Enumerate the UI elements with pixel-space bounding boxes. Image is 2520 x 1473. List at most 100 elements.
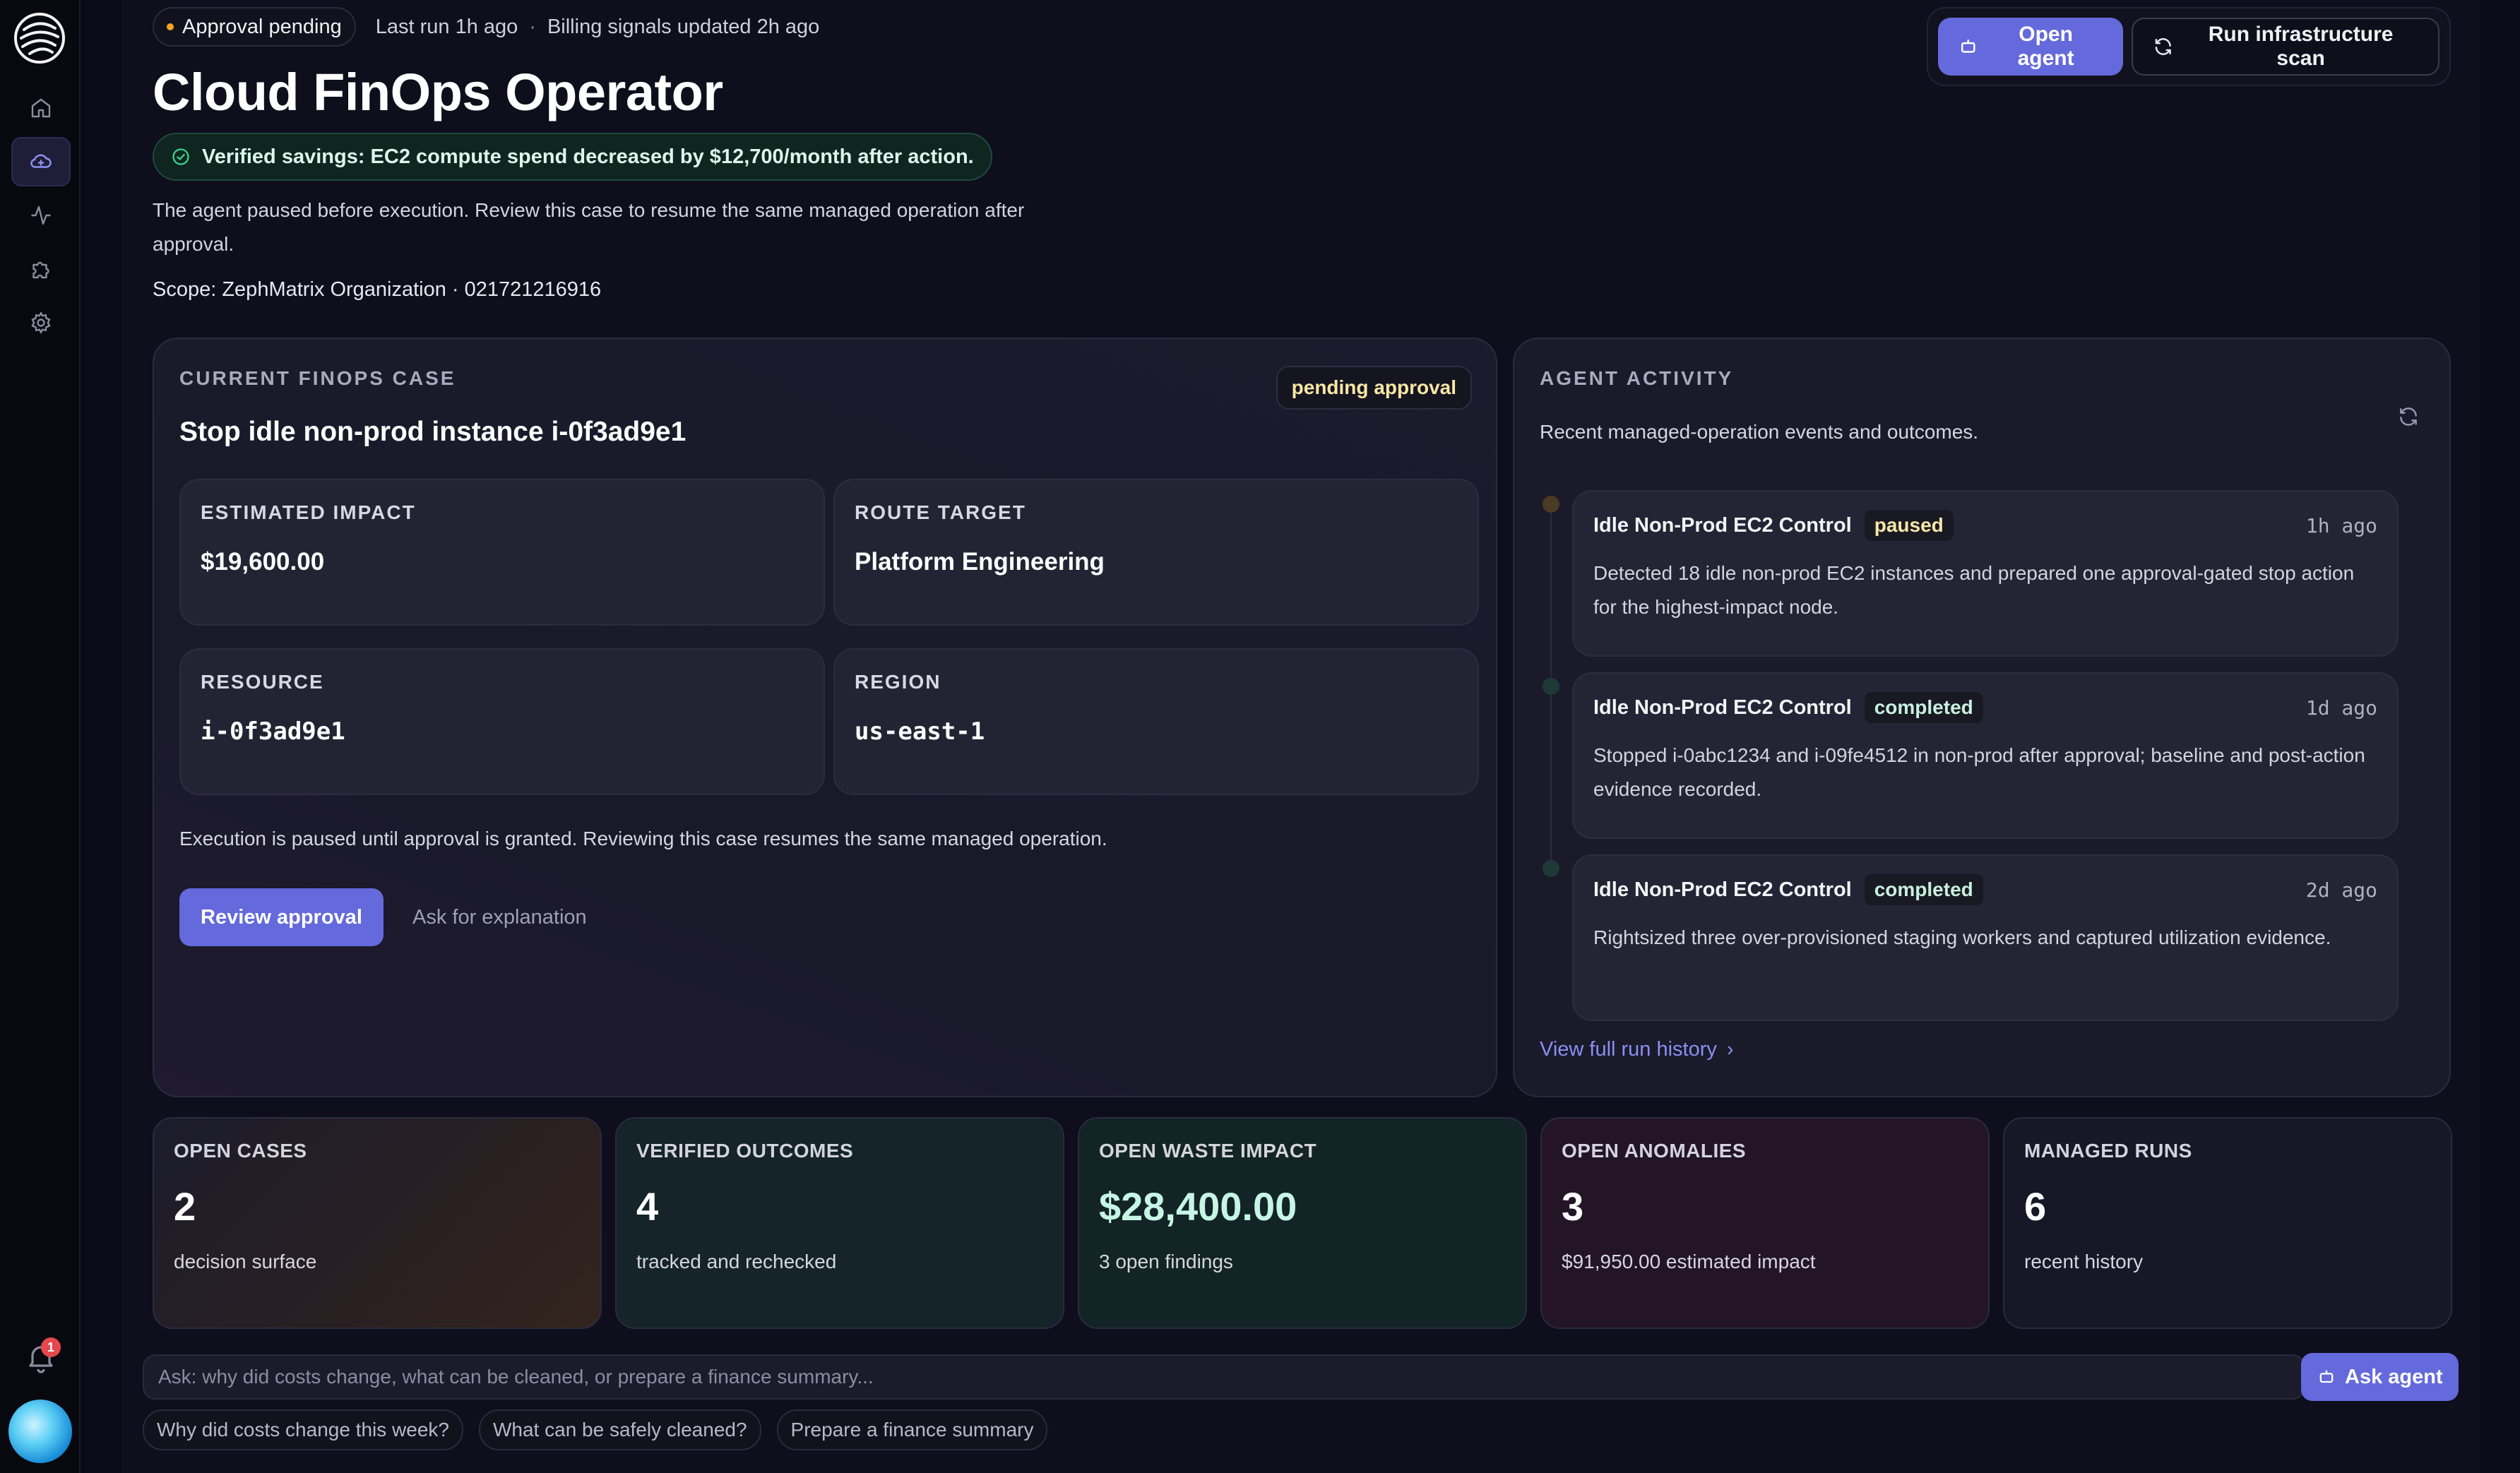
- verified-savings-text: Verified savings: EC2 compute spend decr…: [202, 145, 974, 168]
- ask-agent-button[interactable]: Ask agent: [2301, 1353, 2459, 1401]
- event-description: Detected 18 idle non-prod EC2 instances …: [1593, 562, 2355, 618]
- stat-open-waste-impact[interactable]: OPEN WASTE IMPACT $28,400.00 3 open find…: [1078, 1117, 1527, 1329]
- activity-event[interactable]: Idle Non-Prod EC2 Control completed 2d a…: [1572, 854, 2399, 1021]
- stat-description: 3 open findings: [1099, 1251, 1233, 1272]
- stat-description: $91,950.00 estimated impact: [1562, 1251, 1816, 1272]
- check-circle-icon: [172, 148, 189, 165]
- stat-value: 4: [636, 1184, 659, 1229]
- stat-description: tracked and rechecked: [636, 1251, 837, 1272]
- avatar[interactable]: [8, 1400, 72, 1463]
- logo-icon[interactable]: [10, 8, 69, 68]
- case-title: Stop idle non-prod instance i-0f3ad9e1: [179, 417, 687, 447]
- stat-verified-outcomes[interactable]: VERIFIED OUTCOMES 4 tracked and rechecke…: [615, 1117, 1064, 1329]
- tile-value: i-0f3ad9e1: [201, 717, 345, 746]
- run-scan-button[interactable]: Run infrastructure scan: [2131, 18, 2439, 76]
- last-run-text: Last run 1h ago: [375, 15, 518, 38]
- stat-managed-runs[interactable]: MANAGED RUNS 6 recent history: [2003, 1117, 2452, 1329]
- tile-label: ESTIMATED IMPACT: [201, 501, 416, 523]
- estimated-impact-tile: ESTIMATED IMPACT $19,600.00: [179, 479, 825, 626]
- gear-icon: [31, 311, 51, 334]
- event-status-badge: completed: [1864, 692, 1983, 723]
- history-link-label: View full run history: [1540, 1038, 1717, 1061]
- stat-label: OPEN ANOMALIES: [1562, 1140, 1747, 1162]
- event-time: 1d ago: [2305, 696, 2377, 720]
- stat-description: recent history: [2024, 1251, 2144, 1272]
- app: 1 Approval pending Last run 1h ago · Bil…: [0, 0, 2520, 1473]
- execution-note: Execution is paused until approval is gr…: [179, 828, 1107, 849]
- region-tile: REGION us-east-1: [833, 648, 1479, 795]
- page-title: Cloud FinOps Operator: [153, 63, 723, 121]
- event-description: Stopped i-0abc1234 and i-09fe4512 in non…: [1593, 744, 2365, 800]
- activity-subtitle: Recent managed-operation events and outc…: [1540, 421, 1979, 443]
- tile-label: RESOURCE: [201, 671, 324, 693]
- open-agent-button[interactable]: Open agent: [1938, 18, 2123, 76]
- top-actions: Open agent Run infrastructure scan: [1927, 7, 2451, 86]
- ask-agent-input[interactable]: [143, 1354, 2305, 1400]
- pending-approval-badge: pending approval: [1276, 366, 1472, 410]
- view-run-history-link[interactable]: View full run history ›: [1540, 1038, 1734, 1061]
- activity-icon: [31, 205, 51, 225]
- sidebar-item-home[interactable]: [11, 83, 71, 133]
- bot-icon: [2319, 1370, 2334, 1383]
- route-target-tile: ROUTE TARGET Platform Engineering: [833, 479, 1479, 626]
- sidebar-item-activity[interactable]: [11, 191, 71, 240]
- event-name: Idle Non-Prod EC2 Control: [1593, 513, 1852, 537]
- stat-value: 6: [2024, 1184, 2047, 1229]
- tile-label: ROUTE TARGET: [855, 501, 1026, 523]
- sidebar-item-settings[interactable]: [11, 298, 71, 347]
- status-dot-icon: [167, 23, 174, 30]
- sidebar-item-integrations[interactable]: [11, 244, 71, 294]
- case-section-label: CURRENT FINOPS CASE: [179, 367, 456, 389]
- event-status-badge: completed: [1864, 874, 1983, 905]
- agent-activity-card: AGENT ACTIVITY Recent managed-operation …: [1513, 338, 2451, 1097]
- cloud-icon: [30, 154, 52, 168]
- tile-value: Platform Engineering: [855, 548, 1105, 576]
- event-description: Rightsized three over-provisioned stagin…: [1593, 926, 2331, 948]
- refresh-icon: [2155, 38, 2171, 55]
- sidebar: 1: [0, 0, 81, 1473]
- chevron-right-icon: ›: [1726, 1038, 1734, 1061]
- home-icon: [31, 98, 51, 118]
- tile-label: REGION: [855, 671, 941, 693]
- timeline-dot-completed: [1543, 860, 1559, 877]
- event-status-badge: paused: [1864, 510, 1954, 541]
- stat-label: VERIFIED OUTCOMES: [636, 1140, 854, 1162]
- status-row: Approval pending Last run 1h ago · Billi…: [153, 6, 819, 48]
- suggestion-chips: Why did costs change this week? What can…: [143, 1409, 1048, 1450]
- stat-open-cases[interactable]: OPEN CASES 2 decision surface: [153, 1117, 602, 1329]
- stat-value: $28,400.00: [1099, 1184, 1297, 1229]
- stat-open-anomalies[interactable]: OPEN ANOMALIES 3 $91,950.00 estimated im…: [1540, 1117, 1990, 1329]
- activity-event[interactable]: Idle Non-Prod EC2 Control completed 1d a…: [1572, 672, 2399, 839]
- review-approval-button[interactable]: Review approval: [179, 888, 384, 946]
- suggestion-chip[interactable]: Why did costs change this week?: [143, 1409, 463, 1450]
- current-case-card: CURRENT FINOPS CASE pending approval Sto…: [153, 338, 1497, 1097]
- activity-section-label: AGENT ACTIVITY: [1540, 367, 1734, 389]
- stat-label: OPEN CASES: [174, 1140, 307, 1162]
- suggestion-chip[interactable]: Prepare a finance summary: [776, 1409, 1048, 1450]
- stat-description: decision surface: [174, 1251, 317, 1272]
- sidebar-item-cloud[interactable]: [11, 137, 71, 186]
- open-agent-label: Open agent: [2017, 23, 2074, 70]
- activity-event[interactable]: Idle Non-Prod EC2 Control paused 1h ago …: [1572, 490, 2399, 657]
- page-description: The agent paused before execution. Revie…: [153, 199, 1025, 255]
- bot-icon: [1961, 40, 1975, 53]
- stat-label: MANAGED RUNS: [2024, 1140, 2192, 1162]
- notification-badge: 1: [41, 1337, 61, 1357]
- timeline-dot-paused: [1543, 496, 1559, 513]
- ask-explanation-button[interactable]: Ask for explanation: [405, 888, 594, 946]
- event-time: 1h ago: [2305, 513, 2377, 537]
- billing-updated-text: Billing signals updated 2h ago: [547, 15, 820, 38]
- stat-label: OPEN WASTE IMPACT: [1099, 1140, 1317, 1162]
- scope-text: Scope: ZephMatrix Organization · 0217212…: [153, 278, 602, 301]
- verified-savings-banner: Verified savings: EC2 compute spend decr…: [153, 133, 992, 181]
- event-name: Idle Non-Prod EC2 Control: [1593, 878, 1852, 901]
- approval-status-label: Approval pending: [182, 15, 342, 38]
- event-name: Idle Non-Prod EC2 Control: [1593, 696, 1852, 719]
- suggestion-chip[interactable]: What can be safely cleaned?: [478, 1409, 761, 1450]
- refresh-icon[interactable]: [2397, 405, 2420, 428]
- puzzle-icon: [32, 261, 49, 279]
- status-separator: ·: [529, 15, 536, 38]
- timeline-dot-completed: [1543, 678, 1559, 695]
- ask-agent-label: Ask agent: [2345, 1365, 2443, 1388]
- tile-value: us-east-1: [855, 717, 985, 746]
